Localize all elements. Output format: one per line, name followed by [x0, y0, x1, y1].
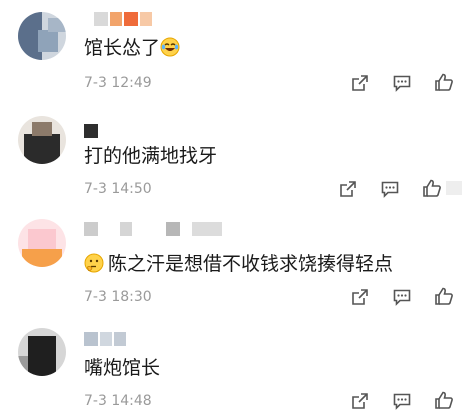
reply-comment-icon[interactable]: [392, 391, 412, 411]
share-icon[interactable]: [338, 179, 358, 199]
comment-time: 7-3 14:48: [84, 393, 152, 409]
comment-item: 陈之汗是想借不收钱求饶揍得轻点 7-3 18:30: [0, 207, 474, 316]
comment-text: 馆长怂了: [84, 36, 180, 60]
laughing-crying-emoji-icon: [160, 37, 180, 57]
share-icon[interactable]: [350, 73, 370, 93]
comment-text: 打的他满地找牙: [84, 144, 217, 168]
comment-time: 7-3 14:50: [84, 181, 152, 197]
share-icon[interactable]: [350, 287, 370, 307]
username-blurred[interactable]: [84, 332, 144, 346]
comment-text-content: 馆长怂了: [84, 37, 161, 59]
comment-item: 馆长怂了 7-3 12:49: [0, 0, 474, 104]
share-icon[interactable]: [350, 391, 370, 411]
username-blurred[interactable]: [84, 12, 154, 26]
comment-time: 7-3 18:30: [84, 289, 152, 305]
comment-text: 陈之汗是想借不收钱求饶揍得轻点: [84, 252, 393, 276]
reply-comment-icon[interactable]: [392, 73, 412, 93]
comment-text-content: 陈之汗是想借不收钱求饶揍得轻点: [108, 253, 394, 275]
comment-item: 嘴炮馆长 7-3 14:48: [0, 316, 474, 418]
like-thumb-icon[interactable]: [434, 390, 454, 410]
comment-item: 打的他满地找牙 7-3 14:50: [0, 104, 474, 207]
reply-comment-icon[interactable]: [392, 287, 412, 307]
like-count-hidden: [446, 181, 462, 195]
avatar[interactable]: [18, 12, 66, 60]
comment-text: 嘴炮馆长: [84, 356, 160, 380]
avatar[interactable]: [18, 219, 66, 267]
like-thumb-icon[interactable]: [422, 178, 442, 198]
like-thumb-icon[interactable]: [434, 286, 454, 306]
like-thumb-icon[interactable]: [434, 72, 454, 92]
thinking-emoji-icon: [84, 253, 104, 273]
reply-comment-icon[interactable]: [380, 179, 400, 199]
comment-time: 7-3 12:49: [84, 75, 152, 91]
username-blurred[interactable]: [84, 222, 224, 236]
username-blurred[interactable]: [84, 124, 114, 138]
comment-text-content: 打的他满地找牙: [84, 145, 218, 167]
comment-text-content: 嘴炮馆长: [84, 357, 161, 379]
avatar[interactable]: [18, 328, 66, 376]
avatar[interactable]: [18, 116, 66, 164]
